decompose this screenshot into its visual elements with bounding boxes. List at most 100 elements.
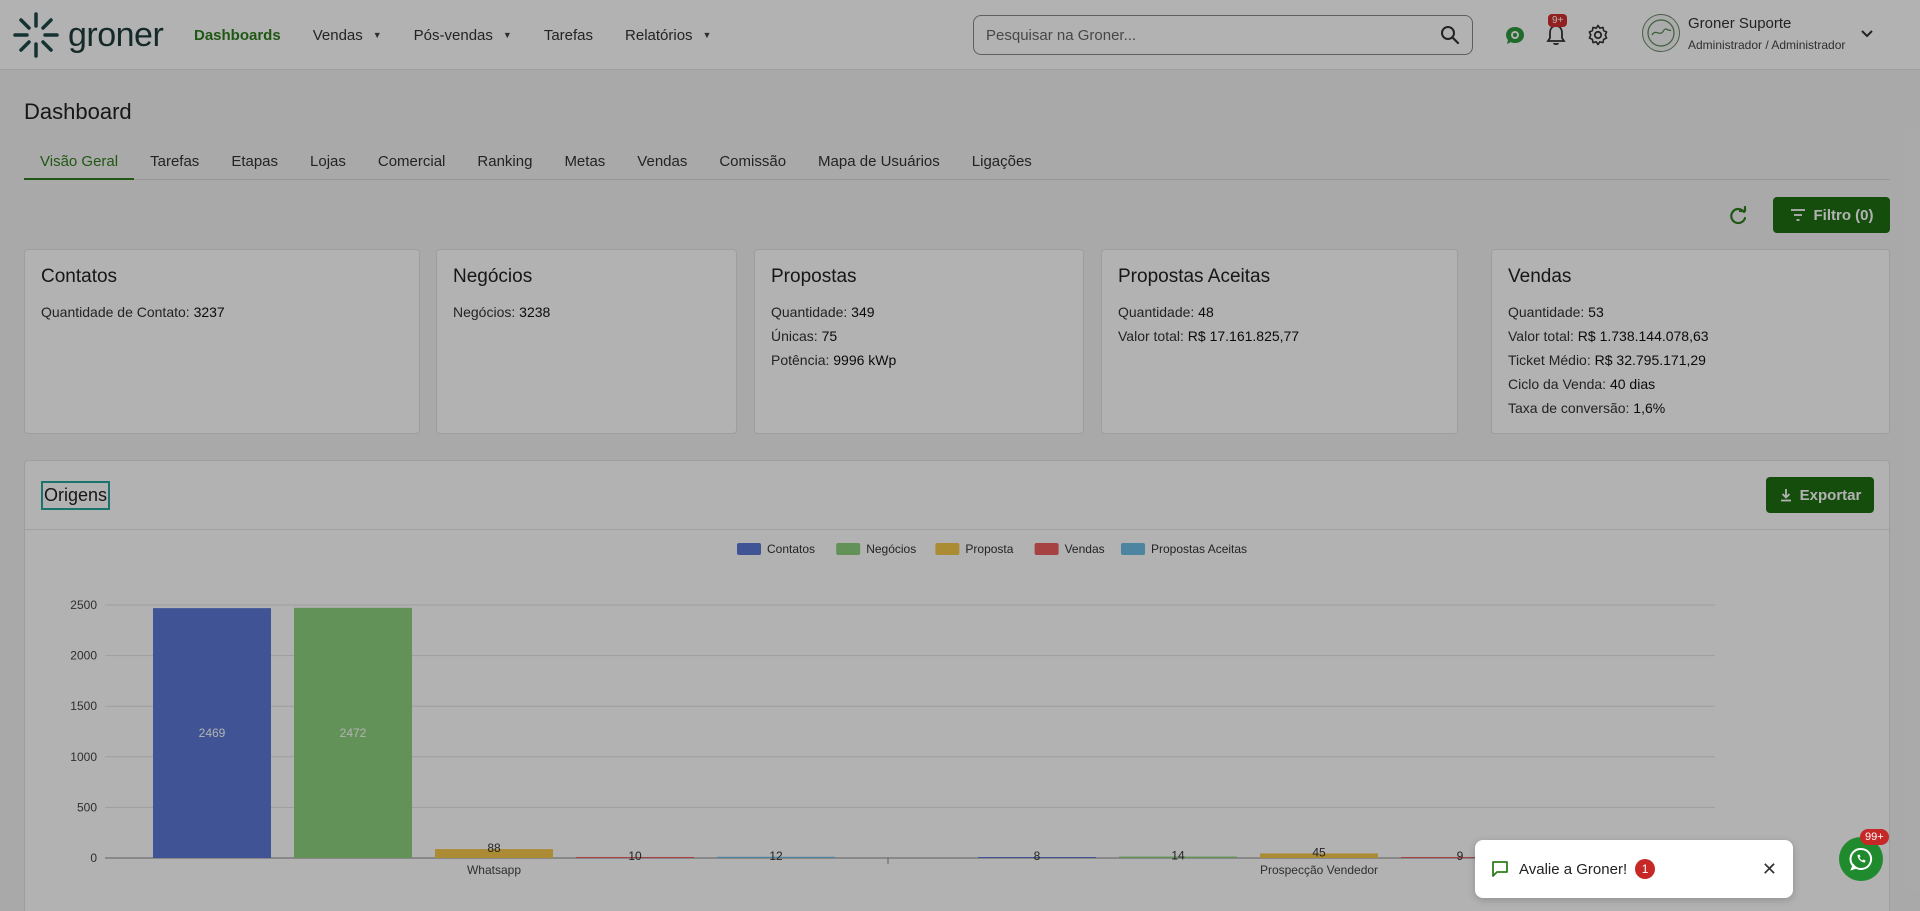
summary-card: Negócios Negócios: 3238 <box>436 249 737 434</box>
legend-label: Contatos <box>767 542 815 556</box>
card-row-label: Ticket Médio: <box>1508 352 1595 368</box>
card-row-value: 3237 <box>193 304 225 320</box>
top-navbar: groner Dashboards Vendas ▼ Pós-vendas ▼ Ta… <box>0 0 1920 70</box>
card-title: Vendas <box>1508 266 1572 287</box>
notifications-badge: 9+ <box>1548 14 1568 27</box>
avatar-logo-icon <box>1647 19 1675 47</box>
nav-vendas[interactable]: Vendas ▼ <box>313 27 382 44</box>
export-button[interactable]: Exportar <box>1766 477 1874 513</box>
card-row-label: Quantidade: <box>1118 304 1199 320</box>
summary-card: Propostas Quantidade: 349 Únicas: 75 Potênc… <box>754 249 1084 434</box>
settings-gear-icon[interactable] <box>1585 22 1611 48</box>
y-tick-label: 2500 <box>70 598 97 612</box>
x-category-label: Prospecção Vendedor <box>1260 863 1378 877</box>
nav-label: Pós-vendas <box>413 26 493 44</box>
panel-divider <box>25 529 1889 530</box>
card-row-label: Negócios: <box>453 304 520 320</box>
caret-down-icon: ▼ <box>702 30 712 40</box>
export-label: Exportar <box>1799 486 1862 504</box>
x-category-label: Whatsapp <box>467 863 521 877</box>
y-tick-label: 0 <box>90 851 97 865</box>
search-icon[interactable] <box>1440 25 1460 45</box>
nav-label: Tarefas <box>543 26 594 44</box>
nav-pos-vendas[interactable]: Pós-vendas ▼ <box>414 27 512 44</box>
nav-tarefas[interactable]: Tarefas <box>544 27 593 44</box>
tab-9[interactable]: Mapa de Usuários <box>802 148 956 180</box>
card-row-label: Quantidade de Contato: <box>41 304 194 320</box>
card-title: Contatos <box>41 266 118 287</box>
main-nav: Dashboards Vendas ▼ Pós-vendas ▼ Tarefas R… <box>194 0 743 70</box>
tab-5[interactable]: Ranking <box>461 148 548 180</box>
legend-swatch <box>935 543 960 555</box>
bar-value-label: 2472 <box>340 726 367 740</box>
refresh-icon[interactable] <box>1725 203 1751 229</box>
tab-3[interactable]: Lojas <box>294 148 362 180</box>
tab-1[interactable]: Tarefas <box>134 148 215 180</box>
avatar <box>1642 14 1680 52</box>
nav-label: Relatórios <box>625 26 693 44</box>
legend-label: Vendas <box>1065 542 1105 556</box>
legend-swatch <box>1034 543 1059 555</box>
feedback-toast[interactable]: Avalie a Groner! 1 ✕ <box>1475 840 1793 898</box>
tab-0[interactable]: Visão Geral <box>24 148 135 180</box>
bar-value-label: 10 <box>628 849 642 863</box>
filter-button[interactable]: Filtro (0) <box>1773 197 1890 233</box>
card-row-label: Potência: <box>771 352 834 368</box>
bar-value-label: 8 <box>1034 849 1041 863</box>
nav-label: Dashboards <box>194 26 281 44</box>
tab-8[interactable]: Comissão <box>703 148 802 180</box>
card-row-value: 40 dias <box>1609 376 1656 392</box>
legend-swatch <box>836 543 861 555</box>
card-row-label: Únicas: <box>771 328 822 344</box>
toast-text: Avalie a Groner! <box>1519 860 1628 878</box>
origens-title: Origens <box>41 481 111 510</box>
y-tick-label: 1500 <box>70 699 97 713</box>
search-box <box>973 15 1473 55</box>
card-row-value: 3238 <box>519 304 551 320</box>
card-row-value: 75 <box>821 328 838 344</box>
nav-dashboards[interactable]: Dashboards <box>194 27 281 44</box>
card-title: Propostas Aceitas <box>1118 266 1271 287</box>
card-row: Quantidade: 53 <box>1508 300 1873 324</box>
sunburst-icon <box>13 12 59 58</box>
nav-relatorios[interactable]: Relatórios ▼ <box>625 27 711 44</box>
close-icon[interactable]: ✕ <box>1762 859 1777 880</box>
card-row-value: 1,6% <box>1633 400 1666 416</box>
card-row-label: Quantidade: <box>1508 304 1589 320</box>
dashboard-tabs: Visão Geral Tarefas Etapas Lojas Comercial Ra… <box>24 148 1890 180</box>
card-row: Quantidade: 349 <box>771 300 1067 324</box>
card-row-value: 53 <box>1588 304 1604 320</box>
tab-10[interactable]: Ligações <box>956 148 1048 180</box>
bar-value-label: 12 <box>769 849 783 863</box>
card-row-label: Valor total: <box>1508 328 1578 344</box>
card-row-label: Valor total: <box>1118 328 1188 344</box>
legend-swatch <box>737 543 761 555</box>
chevron-down-icon[interactable] <box>1859 25 1875 41</box>
summary-card: Propostas Aceitas Quantidade: 48 Valor tot… <box>1101 249 1458 434</box>
whatsapp-badge: 99+ <box>1860 829 1889 845</box>
tab-7[interactable]: Vendas <box>621 148 703 180</box>
card-row: Taxa de conversão: 1,6% <box>1508 396 1873 420</box>
tab-2[interactable]: Etapas <box>215 148 294 180</box>
card-row: Ciclo da Venda: 40 dias <box>1508 372 1873 396</box>
nav-label: Vendas <box>312 26 363 44</box>
card-row-value: R$ 17.161.825,77 <box>1187 328 1300 344</box>
bar-value-label: 9 <box>1457 849 1464 863</box>
y-tick-label: 2000 <box>70 649 97 663</box>
bar-value-label: 2469 <box>199 726 226 740</box>
groner-logo[interactable]: groner <box>12 11 164 59</box>
tab-4[interactable]: Comercial <box>362 148 462 180</box>
toast-count-badge: 1 <box>1635 859 1656 879</box>
chat-eye-icon[interactable] <box>1502 22 1528 48</box>
whatsapp-icon <box>1849 847 1873 871</box>
card-row: Potência: 9996 kWp <box>771 348 1067 372</box>
card-row-value: 48 <box>1198 304 1214 320</box>
card-row: Únicas: 75 <box>771 324 1067 348</box>
tab-6[interactable]: Metas <box>548 148 621 180</box>
user-menu[interactable]: Groner Suporte Administrador / Administr… <box>1642 14 1875 52</box>
search-input[interactable] <box>986 26 1440 44</box>
card-row-value: 349 <box>851 304 875 320</box>
card-row: Quantidade de Contato: 3237 <box>41 300 403 324</box>
filter-icon <box>1790 209 1805 221</box>
user-role: Administrador / Administrador <box>1688 37 1846 52</box>
